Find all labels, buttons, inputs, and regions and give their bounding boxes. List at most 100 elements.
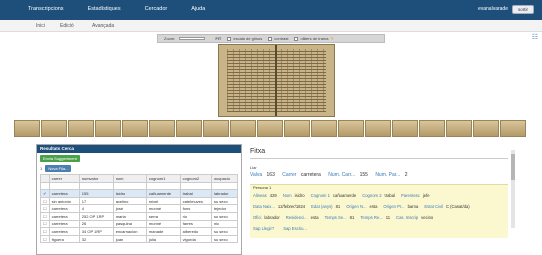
table-cell[interactable]: encarnacion xyxy=(112,227,147,236)
table-cell[interactable]: farres xyxy=(179,219,212,229)
table-cell[interactable]: serra xyxy=(145,211,181,221)
column-header[interactable]: cognom2 xyxy=(179,174,212,183)
table-cell[interactable]: catelmuves xyxy=(179,196,212,206)
field-value[interactable]: isidro xyxy=(295,193,305,198)
page-thumbnail[interactable] xyxy=(14,120,40,137)
page-thumbnail[interactable] xyxy=(230,120,256,137)
page-thumbnail[interactable] xyxy=(311,120,337,137)
page-thumbnail[interactable] xyxy=(176,120,202,137)
page-thumbnail[interactable] xyxy=(68,120,94,137)
table-cell[interactable]: maria xyxy=(112,211,147,221)
table-row[interactable]: ✔ carretera 155 isidro cañuamerde trabal labra… xyxy=(40,189,239,198)
page-thumbnail[interactable] xyxy=(122,120,148,137)
table-row[interactable]: ☐ carretera 4 josé munné fons tejedor xyxy=(40,204,239,213)
table-cell[interactable]: carretera xyxy=(48,211,80,221)
table-cell[interactable]: su sexo xyxy=(210,196,239,206)
grayscale-checkbox[interactable] xyxy=(227,36,232,41)
field-value[interactable]: 81 xyxy=(336,204,341,209)
table-cell[interactable]: su sexo xyxy=(210,211,239,221)
column-header[interactable]: carrer xyxy=(48,174,80,183)
table-cell[interactable]: tejedor xyxy=(210,204,239,213)
table-cell[interactable]: 252 OP 1RP xyxy=(78,211,114,221)
table-cell[interactable]: carretera xyxy=(48,227,80,236)
table-cell[interactable]: sin antonio xyxy=(48,196,80,206)
page-thumbnail[interactable] xyxy=(365,120,391,137)
field-value[interactable]: 81 xyxy=(350,215,355,220)
page-thumbnail[interactable] xyxy=(500,120,526,137)
field-value[interactable]: C (Casat/da) xyxy=(446,204,470,209)
table-cell[interactable]: su sexo xyxy=(210,227,239,236)
field-value[interactable]: 12/febrer/1824 xyxy=(278,204,305,209)
field-value[interactable]: barna xyxy=(408,204,419,209)
table-cell[interactable]: su sexo xyxy=(210,234,239,244)
column-header[interactable]: nom xyxy=(112,174,147,183)
record-scrollbar[interactable] xyxy=(511,150,515,228)
table-cell[interactable]: cañuamerde xyxy=(145,189,181,198)
contrast-checkbox[interactable] xyxy=(268,36,273,41)
row-checkbox[interactable]: ☐ xyxy=(40,204,50,213)
page-thumbnail[interactable] xyxy=(284,120,310,137)
field-value[interactable]: esta xyxy=(311,215,319,220)
filter-input[interactable] xyxy=(210,181,239,191)
nav-item-ajuda[interactable]: Ajuda xyxy=(191,6,205,12)
table-cell[interactable]: 4 xyxy=(78,204,114,213)
new-suggestion-button[interactable]: Envia Suggeriment xyxy=(40,155,80,162)
table-cell[interactable]: julia xyxy=(145,234,181,244)
panel-grip-icon[interactable]: ☷ xyxy=(532,33,538,41)
new-row-button[interactable]: Nova Fila... xyxy=(45,165,72,172)
table-cell[interactable]: munné xyxy=(145,204,181,213)
table-cell[interactable]: 32 xyxy=(78,234,114,244)
table-cell[interactable]: carretera xyxy=(48,204,80,213)
page-thumbnail[interactable] xyxy=(338,120,364,137)
table-cell[interactable]: nic xyxy=(210,219,239,229)
table-cell[interactable]: manade xyxy=(145,227,181,236)
page-thumbnail[interactable] xyxy=(41,120,67,137)
table-cell[interactable]: riu xyxy=(179,211,212,221)
table-cell[interactable]: josé xyxy=(112,204,147,213)
row-checkbox[interactable]: ☐ xyxy=(40,234,50,244)
filter-input[interactable] xyxy=(48,181,80,191)
document-image[interactable] xyxy=(218,44,335,117)
logout-button[interactable]: sortir xyxy=(512,5,534,14)
row-checkbox[interactable]: ☐ xyxy=(40,196,50,206)
via-value[interactable]: 163 xyxy=(267,172,275,178)
subnav-item-edicio[interactable]: Edició xyxy=(60,23,74,29)
page-thumbnail[interactable] xyxy=(446,120,472,137)
table-cell[interactable]: alberedo xyxy=(179,227,212,236)
table-cell[interactable]: pasquina xyxy=(112,219,147,229)
filter-input[interactable] xyxy=(112,181,147,191)
field-value[interactable]: cañuamerde xyxy=(333,193,356,198)
column-header[interactable]: ocupacio xyxy=(210,174,239,183)
table-cell[interactable]: carretera xyxy=(48,189,80,198)
table-row[interactable]: ☐ carretera 34 OP 1RP encarnacion manade albe… xyxy=(40,227,239,236)
filter-input[interactable] xyxy=(145,181,181,191)
page-number[interactable]: 1 xyxy=(40,166,42,171)
row-checkbox[interactable]: ✔ xyxy=(40,189,50,198)
numpar-value[interactable]: 2 xyxy=(405,172,408,178)
field-value[interactable]: 11 xyxy=(386,215,390,220)
page-thumbnail[interactable] xyxy=(392,120,418,137)
table-cell[interactable]: carretera xyxy=(48,219,80,229)
field-value[interactable]: labrador xyxy=(264,215,279,220)
pencil-icon[interactable]: ✎ xyxy=(331,36,334,41)
table-row[interactable]: ☐ figuera 32 juan julia vigorda su sexo xyxy=(40,234,239,244)
fit-button[interactable]: FIT xyxy=(215,36,221,41)
row-checkbox[interactable]: ☐ xyxy=(40,211,50,221)
subnav-item-avancada[interactable]: Avançada xyxy=(92,23,114,29)
page-thumbnail[interactable] xyxy=(419,120,445,137)
table-cell[interactable]: vigorda xyxy=(179,234,212,244)
field-value[interactable]: 429 xyxy=(270,193,277,198)
table-cell[interactable]: juan xyxy=(112,234,147,244)
table-cell[interactable]: 17 xyxy=(78,196,114,206)
subnav-item-inici[interactable]: Inici xyxy=(36,23,45,29)
table-cell[interactable]: trabal xyxy=(179,189,212,198)
table-cell[interactable]: 26 xyxy=(78,219,114,229)
column-header[interactable]: numvalor xyxy=(78,174,114,183)
page-thumbnail[interactable] xyxy=(203,120,229,137)
page-thumbnail[interactable] xyxy=(149,120,175,137)
field-value[interactable]: esta xyxy=(369,204,377,209)
table-cell[interactable]: 155 xyxy=(78,189,114,198)
field-value[interactable]: vecino xyxy=(421,215,433,220)
table-cell[interactable]: munné xyxy=(145,219,181,229)
table-cell[interactable]: fons xyxy=(179,204,212,213)
